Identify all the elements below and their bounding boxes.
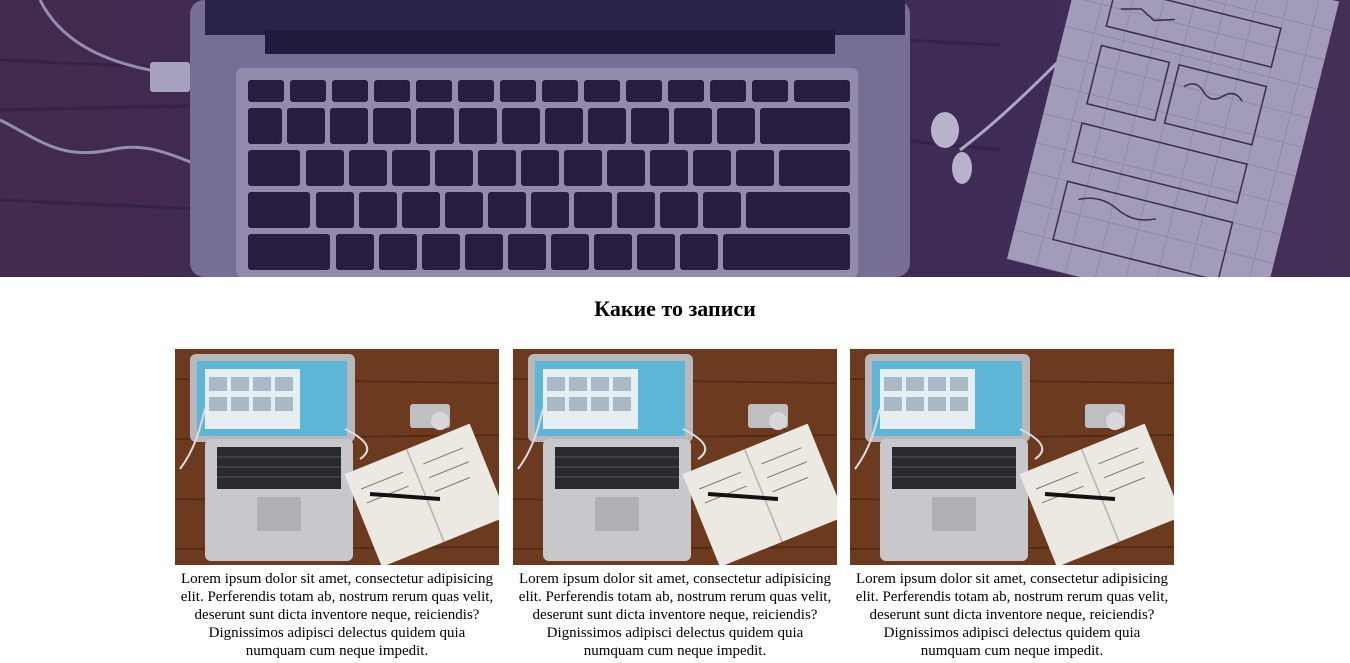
card-text: Lorem ipsum dolor sit amet, consectetur … (180, 571, 494, 659)
cards-grid: Lorem ipsum dolor sit amet, consectetur … (175, 349, 1175, 663)
hero-banner (0, 0, 1350, 277)
card-text: Lorem ipsum dolor sit amet, consectetur … (518, 571, 832, 659)
card: Lorem ipsum dolor sit amet, consectetur … (513, 349, 837, 660)
card: Lorem ipsum dolor sit amet, consectetur … (850, 349, 1174, 660)
card-image (175, 349, 499, 565)
card: Lorem ipsum dolor sit amet, consectetur … (175, 349, 499, 660)
section-title: Какие то записи (594, 296, 756, 321)
card-image (513, 349, 837, 565)
hero-image (0, 0, 1350, 277)
card-image (850, 349, 1174, 565)
card-text: Lorem ipsum dolor sit amet, consectetur … (855, 571, 1169, 659)
